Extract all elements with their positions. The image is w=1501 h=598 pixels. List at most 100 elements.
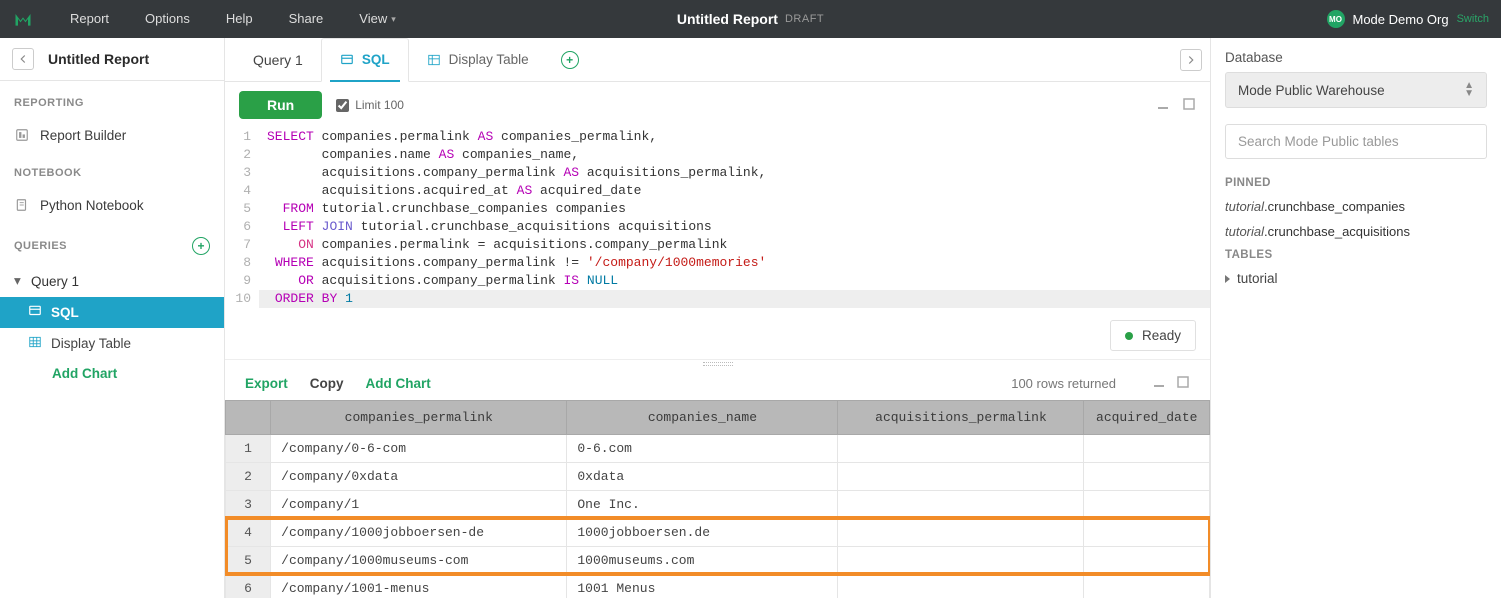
table-row[interactable]: 4/company/1000jobboersen-de1000jobboerse… [226, 518, 1210, 546]
menu-report[interactable]: Report [52, 0, 127, 38]
table-row[interactable]: 1/company/0-6-com0-6.com [226, 434, 1210, 462]
notebook-icon [14, 197, 30, 213]
table-cell[interactable] [1084, 574, 1210, 598]
table-cell[interactable] [1084, 462, 1210, 490]
table-row[interactable]: 3/company/1One Inc. [226, 490, 1210, 518]
menu-share[interactable]: Share [271, 0, 342, 38]
maximize-icon[interactable] [1182, 97, 1196, 114]
col-header[interactable]: acquisitions_permalink [838, 400, 1084, 434]
rownum-cell: 1 [226, 434, 271, 462]
table-row[interactable]: 5/company/1000museums-com1000museums.com [226, 546, 1210, 574]
table-cell[interactable] [838, 518, 1084, 546]
section-queries: QUERIES [14, 240, 67, 252]
table-cell[interactable] [838, 490, 1084, 518]
top-menu-bar: Report Options Help Share View ▾ Untitle… [0, 0, 1501, 38]
minimize-icon[interactable] [1152, 375, 1166, 392]
query-tree-item-query1[interactable]: ▾ Query 1 [0, 265, 224, 297]
copy-link[interactable]: Copy [310, 376, 344, 391]
results-table[interactable]: companies_permalink companies_name acqui… [225, 400, 1210, 598]
menu-options[interactable]: Options [127, 0, 208, 38]
table-cell[interactable] [838, 546, 1084, 574]
tabs-right-controls [1180, 49, 1202, 71]
table-cell[interactable]: 1001 Menus [567, 574, 838, 598]
sidebar-item-report-builder[interactable]: Report Builder [0, 119, 224, 151]
table-cell[interactable]: 1000museums.com [567, 546, 838, 574]
section-reporting: REPORTING [0, 81, 224, 119]
table-search-input[interactable] [1238, 134, 1474, 149]
run-button[interactable]: Run [239, 91, 322, 119]
query-tree-add-chart[interactable]: Add Chart [0, 359, 224, 388]
menu-view[interactable]: View ▾ [341, 0, 413, 38]
table-cell[interactable]: /company/1001-menus [271, 574, 567, 598]
section-notebook: NOTEBOOK [0, 151, 224, 189]
table-cell[interactable] [838, 574, 1084, 598]
table-cell[interactable] [838, 462, 1084, 490]
table-cell[interactable] [1084, 434, 1210, 462]
menu-help[interactable]: Help [208, 0, 271, 38]
sidebar-item-python-notebook[interactable]: Python Notebook [0, 189, 224, 221]
limit-checkbox[interactable]: Limit 100 [336, 98, 404, 112]
col-header[interactable]: companies_permalink [271, 400, 567, 434]
table-cell[interactable] [1084, 490, 1210, 518]
pinned-section-label: PINNED [1225, 177, 1487, 189]
sql-icon [28, 304, 42, 321]
query-tree-item-sql[interactable]: SQL [0, 297, 224, 328]
database-select[interactable]: Mode Public Warehouse ▲▼ [1225, 72, 1487, 108]
table-cell[interactable] [1084, 546, 1210, 574]
table-cell[interactable]: /company/0-6-com [271, 434, 567, 462]
table-row[interactable]: 6/company/1001-menus1001 Menus [226, 574, 1210, 598]
right-sidebar: Database Mode Public Warehouse ▲▼ PINNED… [1211, 38, 1501, 598]
col-header[interactable]: acquired_date [1084, 400, 1210, 434]
tab-display-table[interactable]: Display Table [409, 38, 547, 82]
add-query-button[interactable]: + [192, 237, 210, 255]
back-button[interactable] [12, 48, 34, 70]
add-chart-link[interactable]: Add Chart [366, 376, 431, 391]
tabs-row: Query 1 SQL Display Table + [225, 38, 1210, 82]
table-cell[interactable]: 1000jobboersen.de [567, 518, 838, 546]
minimize-icon[interactable] [1156, 97, 1170, 114]
report-title[interactable]: Untitled Report [677, 11, 778, 27]
table-schema-item[interactable]: tutorial [1225, 271, 1487, 286]
switch-link[interactable]: Switch [1457, 13, 1489, 25]
splitter-handle-icon [703, 362, 733, 366]
tab-add-button[interactable]: + [561, 51, 579, 69]
sql-editor[interactable]: 12345678910 SELECT companies.permalink A… [225, 128, 1210, 312]
back-title: Untitled Report [48, 51, 149, 67]
org-name[interactable]: Mode Demo Org [1353, 12, 1449, 27]
table-cell[interactable] [838, 434, 1084, 462]
pinned-table-item[interactable]: tutorial.crunchbase_acquisitions [1225, 224, 1487, 239]
query-tree-item-display-table[interactable]: Display Table [0, 328, 224, 359]
org-avatar[interactable]: MO [1327, 10, 1345, 28]
workspace: Query 1 SQL Display Table + [225, 38, 1211, 598]
add-chart-label: Add Chart [52, 366, 117, 381]
table-cell[interactable]: 0xdata [567, 462, 838, 490]
table-cell[interactable]: /company/1000jobboersen-de [271, 518, 567, 546]
table-cell[interactable]: One Inc. [567, 490, 838, 518]
rownum-header [226, 400, 271, 434]
limit-checkbox-input[interactable] [336, 99, 349, 112]
table-search[interactable] [1225, 124, 1487, 159]
status-row: Ready [225, 312, 1210, 359]
table-cell[interactable]: /company/1 [271, 490, 567, 518]
rownum-cell: 4 [226, 518, 271, 546]
rows-returned-label: 100 rows returned [1011, 376, 1116, 391]
export-link[interactable]: Export [245, 376, 288, 391]
pane-splitter[interactable] [225, 359, 1210, 369]
mode-logo-icon[interactable] [12, 8, 34, 30]
pinned-table-item[interactable]: tutorial.crunchbase_companies [1225, 199, 1487, 214]
table-cell[interactable]: 0-6.com [567, 434, 838, 462]
ready-label: Ready [1142, 328, 1181, 343]
table-row[interactable]: 2/company/0xdata0xdata [226, 462, 1210, 490]
table-cell[interactable]: /company/0xdata [271, 462, 567, 490]
plus-icon: + [561, 51, 579, 69]
tab-breadcrumb-query1[interactable]: Query 1 [253, 52, 321, 68]
col-header[interactable]: companies_name [567, 400, 838, 434]
editor-code[interactable]: SELECT companies.permalink AS companies_… [259, 128, 1210, 308]
table-tab-icon [427, 53, 441, 67]
table-cell[interactable] [1084, 518, 1210, 546]
tab-sql[interactable]: SQL [321, 38, 409, 82]
forward-button[interactable] [1180, 49, 1202, 71]
maximize-icon[interactable] [1176, 375, 1190, 392]
table-cell[interactable]: /company/1000museums-com [271, 546, 567, 574]
query-tree: ▾ Query 1 SQL Display Table Add Chart [0, 265, 224, 388]
